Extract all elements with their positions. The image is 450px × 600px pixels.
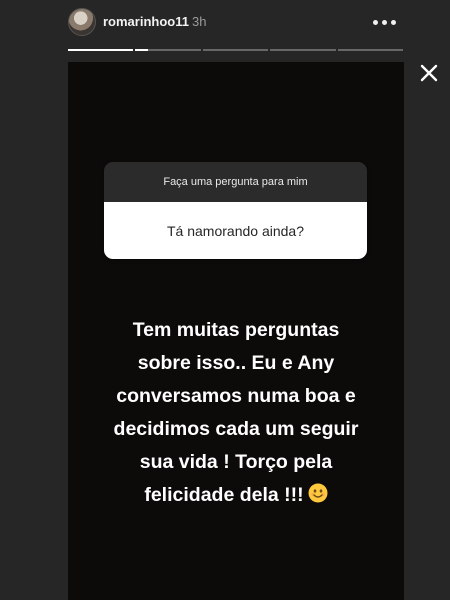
avatar[interactable]	[68, 8, 96, 36]
question-sticker[interactable]: Faça uma pergunta para mim Tá namorando …	[104, 162, 367, 259]
story-content[interactable]: Faça uma pergunta para mim Tá namorando …	[68, 62, 404, 600]
caption-last-line: felicidade dela !!!	[76, 479, 396, 512]
story-progress-bar	[68, 49, 404, 51]
progress-segment-fill	[68, 49, 134, 51]
progress-segment	[202, 49, 269, 51]
progress-segment	[337, 49, 404, 51]
caption-line: felicidade dela !!!	[144, 484, 304, 506]
caption-line: decidimos cada um seguir	[113, 418, 359, 440]
timestamp: 3h	[192, 14, 207, 29]
close-icon[interactable]	[417, 61, 441, 85]
story-header: romarinhoo11 3h	[0, 0, 450, 60]
caption-line: Tem muitas perguntas	[132, 319, 340, 341]
caption-line: conversamos numa boa e	[116, 385, 356, 407]
question-text: Tá namorando ainda?	[104, 202, 367, 259]
smiling-face-emoji-icon	[308, 483, 328, 503]
progress-segment-fill	[135, 49, 149, 51]
more-horizontal-icon-dot	[381, 19, 387, 25]
progress-segment	[135, 49, 201, 51]
more-horizontal-icon	[372, 19, 378, 25]
progress-segment	[68, 49, 134, 51]
username[interactable]: romarinhoo11	[103, 14, 189, 29]
caption-line: sua vida ! Torço pela	[139, 451, 333, 473]
story-caption: Tem muitas perguntas sobre isso.. Eu e A…	[76, 314, 396, 512]
question-prompt: Faça uma pergunta para mim	[104, 162, 367, 202]
progress-segment	[270, 49, 336, 51]
story-viewer: romarinhoo11 3h Faça uma pergunta para m…	[0, 0, 450, 600]
more-options-button[interactable]	[370, 12, 398, 32]
caption-line: sobre isso.. Eu e Any	[137, 352, 335, 374]
more-horizontal-icon-dot	[390, 19, 396, 25]
